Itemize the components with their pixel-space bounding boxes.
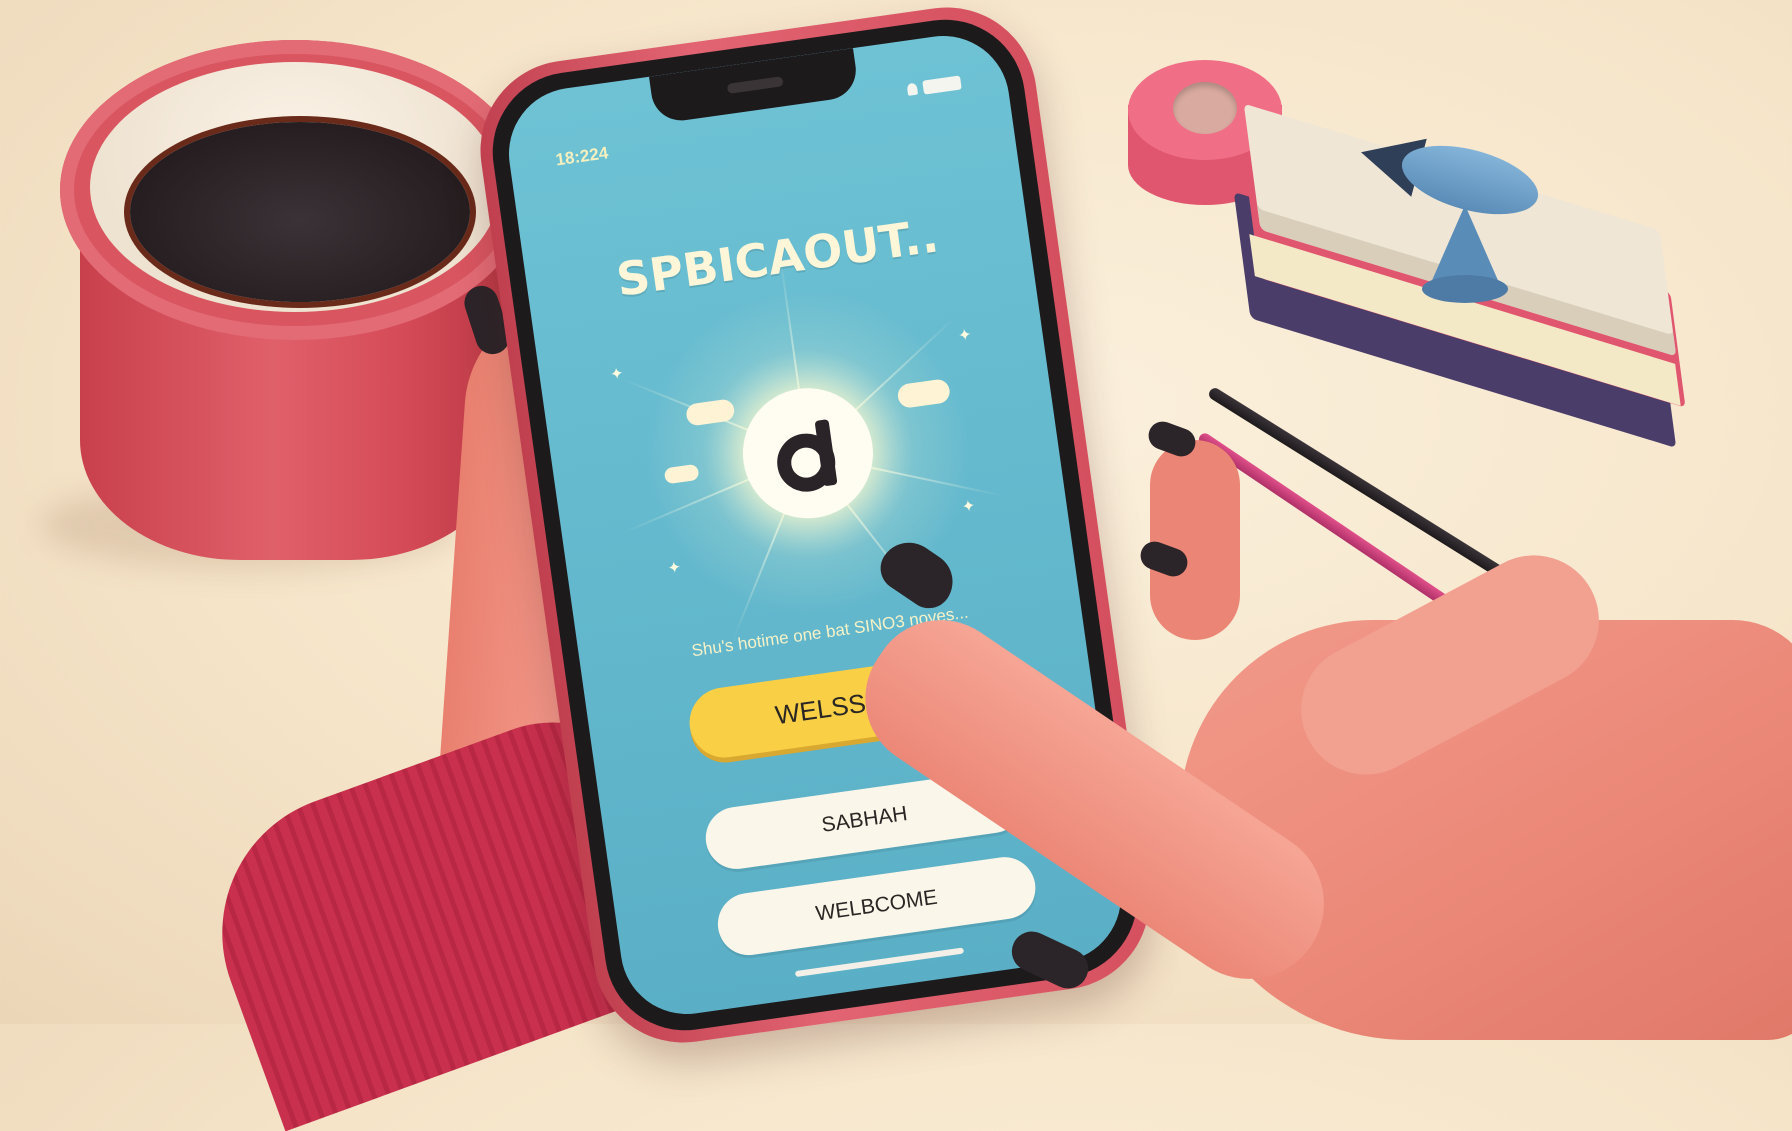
right-hand-fingers <box>1150 440 1240 640</box>
fish-stand <box>1430 205 1500 285</box>
speaker <box>726 76 784 94</box>
desk-scene: 18:224 SPBICAOUT.. ✦ ✦ ✦ ✦ Shu's hotime … <box>0 0 1792 1131</box>
sparkle-icon: ✦ <box>608 363 625 384</box>
battery-icon <box>922 75 962 95</box>
welbcome-button[interactable]: WELBCOME <box>713 853 1040 960</box>
status-time: 18:224 <box>554 143 610 170</box>
status-icons <box>906 75 962 96</box>
coffee <box>130 122 470 302</box>
signal-icon <box>906 82 919 96</box>
app-logo-icon <box>777 419 838 492</box>
fish-figurine <box>1353 110 1560 310</box>
sparkle-icon: ✦ <box>956 324 973 346</box>
fish-base <box>1422 275 1508 303</box>
tape-roll-hole <box>1173 82 1237 134</box>
sparkle-icon: ✦ <box>666 557 683 578</box>
home-indicator[interactable] <box>794 947 965 978</box>
sparkle-icon: ✦ <box>960 495 977 517</box>
